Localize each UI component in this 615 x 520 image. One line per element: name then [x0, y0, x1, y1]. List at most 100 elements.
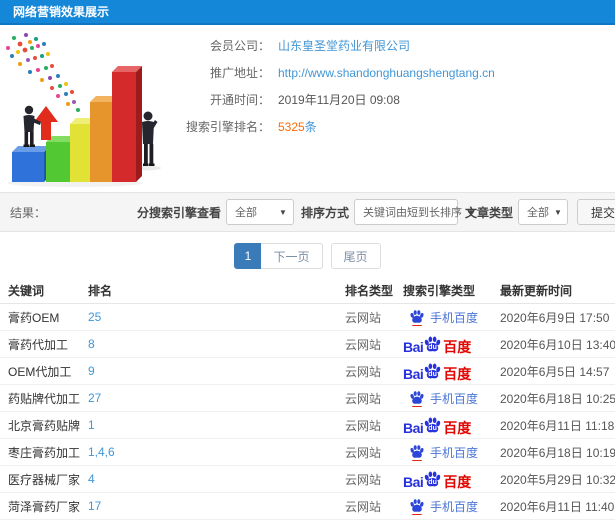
table-row: 枣庄膏药加工 1,4,6 云网站 手机百度 2020年6月18日 10:19 — [0, 439, 615, 466]
updated-cell: 2020年6月10日 13:40 — [500, 337, 615, 352]
updated-cell: 2020年5月29日 10:32 — [500, 472, 615, 487]
keyword-cell: 北京膏药贴牌 — [8, 418, 81, 433]
baidu-logo: Bai du 百度 — [403, 470, 500, 489]
keyword-cell: 菏泽膏药厂家 — [8, 499, 81, 514]
rank-link[interactable]: 8 — [88, 337, 345, 351]
col-rank: 排名 — [88, 284, 113, 298]
engine-filter-select[interactable]: 全部 ▼ — [225, 199, 294, 225]
baidu-logo-paw-icon: du — [423, 470, 442, 489]
updated-cell: 2020年6月9日 17:50 — [500, 310, 610, 325]
businessman-left — [23, 105, 41, 147]
article-type-label: 文章类型 — [464, 205, 513, 220]
baidu-paw-icon — [410, 499, 424, 512]
mobile-baidu-label: 手机百度 — [430, 310, 479, 325]
page-title: 网络营销效果展示 — [13, 5, 110, 19]
marketing-bar-chart-illustration — [0, 30, 185, 190]
promo-url-link[interactable]: http://www.shandonghuangshengtang.cn — [278, 66, 495, 80]
baidu-paw-icon — [410, 391, 424, 404]
baidu-logo-paw-icon: du — [423, 335, 442, 354]
baidu-logo: Bai du 百度 — [403, 416, 500, 435]
table-row: 药贴牌代加工 27 云网站 手机百度 2020年6月18日 10:25 — [0, 385, 615, 412]
rank-type-cell: 云网站 — [345, 445, 382, 460]
mobile-baidu-badge: 手机百度 — [403, 444, 500, 461]
rank-link[interactable]: 27 — [88, 391, 345, 405]
baidu-logo-paw-icon: du — [423, 362, 442, 381]
baidu-logo-paw-icon: du — [423, 416, 442, 435]
open-time-label: 开通时间： — [209, 93, 270, 107]
company-info-panel: 会员公司： 山东皇圣堂药业有限公司 推广地址： http://www.shand… — [172, 32, 612, 140]
info-row-open-time: 开通时间： 2019年11月20日 09:08 — [172, 86, 612, 113]
filter-bar: 结果： 分搜索引擎查看 全部 ▼ 排序方式 关键词由短到长排序 ▼ 文章类型 全… — [0, 192, 615, 232]
mobile-baidu-badge: 手机百度 — [403, 309, 500, 326]
baidu-logo-cn: 百度 — [443, 365, 472, 381]
search-engine-cell: Bai du 百度 — [403, 335, 500, 354]
pagination: 1 下一页 尾页 — [0, 243, 615, 269]
search-engine-cell: 手机百度 — [403, 309, 500, 326]
rank-type-cell: 云网站 — [345, 418, 382, 433]
mobile-baidu-label: 手机百度 — [430, 445, 479, 460]
search-engine-cell: Bai du 百度 — [403, 362, 500, 381]
info-row-rank-count: 搜索引擎排名： 5325 条 — [172, 113, 612, 140]
keyword-cell: 枣庄膏药加工 — [8, 445, 81, 460]
rank-type-cell: 云网站 — [345, 337, 382, 352]
keyword-cell: 药贴牌代加工 — [8, 391, 81, 406]
last-page-button[interactable]: 尾页 — [330, 243, 381, 269]
table-header-row: 关键词 排名 排名类型 搜索引擎类型 最新更新时间 — [0, 278, 615, 304]
table-body: 膏药OEM 25 云网站 手机百度 2020年6月9日 17:50 膏药代加工 8 云网站 … — [0, 304, 615, 520]
baidu-logo-bai: Bai — [403, 419, 424, 435]
submit-button[interactable]: 提交 — [576, 199, 615, 225]
baidu-logo-bai: Bai — [403, 473, 424, 489]
col-updated: 最新更新时间 — [500, 284, 573, 298]
rank-count-label: 搜索引擎排名： — [185, 120, 270, 134]
company-label: 会员公司： — [209, 39, 270, 53]
baidu-logo-cn: 百度 — [443, 338, 472, 354]
search-engine-cell: Bai du 百度 — [403, 416, 500, 435]
table-row: 膏药代加工 8 云网站 Bai du 百度 2020年6月10日 13:40 — [0, 331, 615, 358]
sort-label: 排序方式 — [300, 205, 349, 220]
baidu-logo: Bai du 百度 — [403, 335, 500, 354]
search-engine-cell: Bai du 百度 — [403, 470, 500, 489]
result-label: 结果： — [10, 205, 47, 220]
rank-link[interactable]: 4 — [88, 472, 345, 486]
mobile-baidu-badge: 手机百度 — [403, 390, 500, 407]
promo-url-label: 推广地址： — [209, 66, 270, 80]
mobile-baidu-paw-icon — [409, 390, 425, 407]
updated-cell: 2020年6月11日 11:40 — [500, 499, 615, 514]
table-row: 膏药OEM 25 云网站 手机百度 2020年6月9日 17:50 — [0, 304, 615, 331]
baidu-logo: Bai du 百度 — [403, 362, 500, 381]
rank-link[interactable]: 17 — [88, 499, 345, 513]
baidu-logo-bai: Bai — [403, 338, 424, 354]
rank-type-cell: 云网站 — [345, 310, 382, 325]
rank-type-cell: 云网站 — [345, 391, 382, 406]
engine-filter-value: 全部 — [234, 207, 257, 219]
mobile-baidu-label: 手机百度 — [430, 499, 479, 514]
updated-cell: 2020年6月11日 11:18 — [500, 418, 615, 433]
rank-type-cell: 云网站 — [345, 364, 382, 379]
page-1-button[interactable]: 1 — [234, 243, 262, 269]
bar-red — [112, 66, 142, 182]
article-type-select[interactable]: 全部 ▼ — [517, 199, 568, 225]
confetti-dots — [6, 33, 80, 112]
article-type-value: 全部 — [526, 207, 549, 219]
sort-value: 关键词由短到长排序 — [362, 207, 462, 219]
rank-link[interactable]: 25 — [88, 310, 345, 324]
baidu-paw-icon — [410, 445, 424, 458]
open-time-value: 2019年11月20日 09:08 — [278, 93, 400, 107]
sort-select[interactable]: 关键词由短到长排序 ▼ — [353, 199, 475, 225]
baidu-paw-icon — [410, 310, 424, 323]
company-link[interactable]: 山东皇圣堂药业有限公司 — [278, 37, 410, 54]
businessman-right — [142, 111, 158, 166]
mobile-baidu-label: 手机百度 — [430, 391, 479, 406]
col-rank-type: 排名类型 — [345, 284, 394, 298]
table-row: 菏泽膏药厂家 17 云网站 手机百度 2020年6月11日 11:40 — [0, 493, 615, 520]
rank-link[interactable]: 1 — [88, 418, 345, 432]
rank-link[interactable]: 1,4,6 — [88, 445, 345, 459]
rank-link[interactable]: 9 — [88, 364, 345, 378]
baidu-logo-bai: Bai — [403, 365, 424, 381]
rank-count-value: 5325 — [278, 119, 305, 134]
keyword-rank-table: 关键词 排名 排名类型 搜索引擎类型 最新更新时间 膏药OEM 25 云网站 手机百… — [0, 278, 615, 520]
table-row: 医疗器械厂家 4 云网站 Bai du 百度 2020年5月29日 10:32 — [0, 466, 615, 493]
next-page-button[interactable]: 下一页 — [261, 243, 323, 269]
baidu-logo-cn: 百度 — [443, 419, 472, 435]
bar-blue — [12, 146, 50, 182]
